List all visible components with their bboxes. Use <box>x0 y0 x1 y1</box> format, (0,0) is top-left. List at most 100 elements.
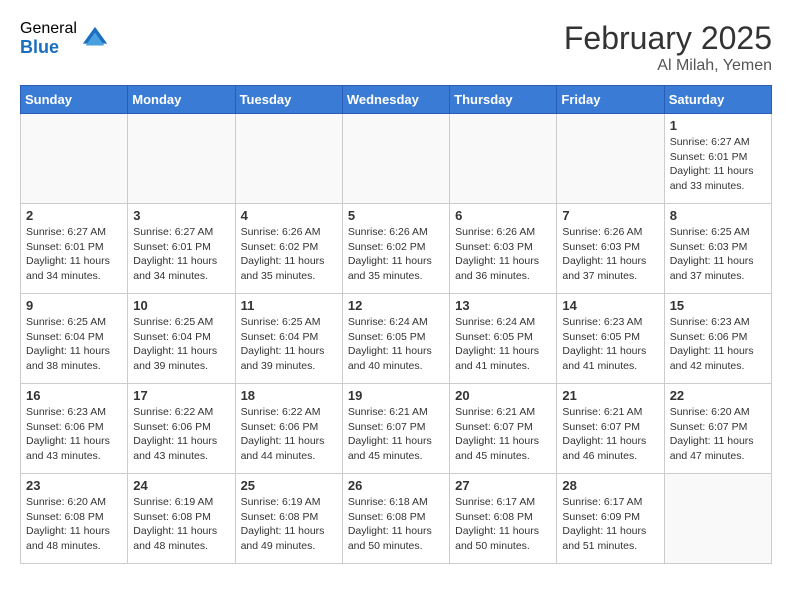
day-info: Sunrise: 6:22 AM Sunset: 6:06 PM Dayligh… <box>241 405 337 464</box>
day-info: Sunrise: 6:17 AM Sunset: 6:08 PM Dayligh… <box>455 495 551 554</box>
calendar-day-7: 7 Sunrise: 6:26 AM Sunset: 6:03 PM Daylig… <box>557 204 664 294</box>
calendar-table: SundayMondayTuesdayWednesdayThursdayFrid… <box>20 85 772 564</box>
calendar-day-22: 22 Sunrise: 6:20 AM Sunset: 6:07 PM Dayli… <box>664 384 771 474</box>
day-number: 28 <box>562 478 658 493</box>
calendar-day-4: 4Sunrise: 6:26 AM Sunset: 6:02 PM Daylig… <box>235 204 342 294</box>
month-year: February 2025 <box>564 20 772 57</box>
calendar-day-9: 9 Sunrise: 6:25 AM Sunset: 6:04 PM Daylig… <box>21 294 128 384</box>
day-number: 3 <box>133 208 229 223</box>
day-number: 20 <box>455 388 551 403</box>
calendar-day-20: 20 Sunrise: 6:21 AM Sunset: 6:07 PM Dayli… <box>450 384 557 474</box>
weekday-header-thursday: Thursday <box>450 86 557 114</box>
day-info: Sunrise: 6:23 AM Sunset: 6:05 PM Dayligh… <box>562 315 658 374</box>
day-number: 22 <box>670 388 766 403</box>
calendar-day-17: 17 Sunrise: 6:22 AM Sunset: 6:06 PM Dayli… <box>128 384 235 474</box>
calendar-day-5: 5Sunrise: 6:26 AM Sunset: 6:02 PM Daylig… <box>342 204 449 294</box>
day-number: 1 <box>670 118 766 133</box>
day-number: 18 <box>241 388 337 403</box>
day-info: Sunrise: 6:21 AM Sunset: 6:07 PM Dayligh… <box>455 405 551 464</box>
page-header: General Blue February 2025 Al Milah, Yem… <box>20 20 772 75</box>
day-info: Sunrise: 6:26 AM Sunset: 6:02 PM Dayligh… <box>348 225 444 284</box>
calendar-day-6: 6Sunrise: 6:26 AM Sunset: 6:03 PM Daylig… <box>450 204 557 294</box>
day-number: 8 <box>670 208 766 223</box>
calendar-week-row: 16 Sunrise: 6:23 AM Sunset: 6:06 PM Dayli… <box>21 384 772 474</box>
day-number: 21 <box>562 388 658 403</box>
day-number: 16 <box>26 388 122 403</box>
calendar-empty-cell <box>21 114 128 204</box>
day-info: Sunrise: 6:22 AM Sunset: 6:06 PM Dayligh… <box>133 405 229 464</box>
day-info: Sunrise: 6:19 AM Sunset: 6:08 PM Dayligh… <box>133 495 229 554</box>
calendar-day-23: 23 Sunrise: 6:20 AM Sunset: 6:08 PM Dayli… <box>21 474 128 564</box>
logo-blue: Blue <box>20 38 77 58</box>
day-info: Sunrise: 6:23 AM Sunset: 6:06 PM Dayligh… <box>670 315 766 374</box>
day-info: Sunrise: 6:25 AM Sunset: 6:04 PM Dayligh… <box>241 315 337 374</box>
day-info: Sunrise: 6:27 AM Sunset: 6:01 PM Dayligh… <box>133 225 229 284</box>
day-number: 17 <box>133 388 229 403</box>
calendar-empty-cell <box>342 114 449 204</box>
calendar-day-18: 18 Sunrise: 6:22 AM Sunset: 6:06 PM Dayli… <box>235 384 342 474</box>
day-number: 25 <box>241 478 337 493</box>
day-number: 7 <box>562 208 658 223</box>
calendar-day-21: 21Sunrise: 6:21 AM Sunset: 6:07 PM Dayli… <box>557 384 664 474</box>
calendar-day-26: 26 Sunrise: 6:18 AM Sunset: 6:08 PM Dayli… <box>342 474 449 564</box>
day-number: 6 <box>455 208 551 223</box>
calendar-day-25: 25 Sunrise: 6:19 AM Sunset: 6:08 PM Dayli… <box>235 474 342 564</box>
weekday-header-wednesday: Wednesday <box>342 86 449 114</box>
day-info: Sunrise: 6:17 AM Sunset: 6:09 PM Dayligh… <box>562 495 658 554</box>
logo-text: General Blue <box>20 20 77 57</box>
calendar-day-13: 13Sunrise: 6:24 AM Sunset: 6:05 PM Dayli… <box>450 294 557 384</box>
day-info: Sunrise: 6:25 AM Sunset: 6:04 PM Dayligh… <box>133 315 229 374</box>
day-number: 4 <box>241 208 337 223</box>
day-info: Sunrise: 6:20 AM Sunset: 6:08 PM Dayligh… <box>26 495 122 554</box>
day-number: 15 <box>670 298 766 313</box>
day-info: Sunrise: 6:24 AM Sunset: 6:05 PM Dayligh… <box>348 315 444 374</box>
location: Al Milah, Yemen <box>564 57 772 75</box>
weekday-header-saturday: Saturday <box>664 86 771 114</box>
day-number: 9 <box>26 298 122 313</box>
day-number: 23 <box>26 478 122 493</box>
calendar-week-row: 23 Sunrise: 6:20 AM Sunset: 6:08 PM Dayli… <box>21 474 772 564</box>
day-info: Sunrise: 6:18 AM Sunset: 6:08 PM Dayligh… <box>348 495 444 554</box>
calendar-empty-cell <box>235 114 342 204</box>
day-info: Sunrise: 6:25 AM Sunset: 6:03 PM Dayligh… <box>670 225 766 284</box>
weekday-header-row: SundayMondayTuesdayWednesdayThursdayFrid… <box>21 86 772 114</box>
day-number: 2 <box>26 208 122 223</box>
calendar-day-2: 2Sunrise: 6:27 AM Sunset: 6:01 PM Daylig… <box>21 204 128 294</box>
calendar-empty-cell <box>664 474 771 564</box>
day-number: 14 <box>562 298 658 313</box>
weekday-header-monday: Monday <box>128 86 235 114</box>
logo-general: General <box>20 20 77 38</box>
calendar-day-28: 28 Sunrise: 6:17 AM Sunset: 6:09 PM Dayli… <box>557 474 664 564</box>
day-number: 27 <box>455 478 551 493</box>
calendar-day-27: 27 Sunrise: 6:17 AM Sunset: 6:08 PM Dayli… <box>450 474 557 564</box>
calendar-day-3: 3 Sunrise: 6:27 AM Sunset: 6:01 PM Daylig… <box>128 204 235 294</box>
weekday-header-friday: Friday <box>557 86 664 114</box>
day-info: Sunrise: 6:19 AM Sunset: 6:08 PM Dayligh… <box>241 495 337 554</box>
calendar-day-1: 1Sunrise: 6:27 AM Sunset: 6:01 PM Daylig… <box>664 114 771 204</box>
day-number: 10 <box>133 298 229 313</box>
calendar-empty-cell <box>557 114 664 204</box>
title-block: February 2025 Al Milah, Yemen <box>564 20 772 75</box>
calendar-day-12: 12 Sunrise: 6:24 AM Sunset: 6:05 PM Dayli… <box>342 294 449 384</box>
calendar-day-11: 11 Sunrise: 6:25 AM Sunset: 6:04 PM Dayli… <box>235 294 342 384</box>
day-number: 19 <box>348 388 444 403</box>
day-info: Sunrise: 6:23 AM Sunset: 6:06 PM Dayligh… <box>26 405 122 464</box>
calendar-empty-cell <box>450 114 557 204</box>
day-info: Sunrise: 6:26 AM Sunset: 6:03 PM Dayligh… <box>562 225 658 284</box>
logo-icon <box>81 25 109 53</box>
day-info: Sunrise: 6:20 AM Sunset: 6:07 PM Dayligh… <box>670 405 766 464</box>
day-info: Sunrise: 6:25 AM Sunset: 6:04 PM Dayligh… <box>26 315 122 374</box>
day-number: 12 <box>348 298 444 313</box>
day-info: Sunrise: 6:21 AM Sunset: 6:07 PM Dayligh… <box>348 405 444 464</box>
calendar-day-16: 16 Sunrise: 6:23 AM Sunset: 6:06 PM Dayli… <box>21 384 128 474</box>
day-number: 11 <box>241 298 337 313</box>
calendar-week-row: 1Sunrise: 6:27 AM Sunset: 6:01 PM Daylig… <box>21 114 772 204</box>
calendar-day-24: 24 Sunrise: 6:19 AM Sunset: 6:08 PM Dayli… <box>128 474 235 564</box>
day-number: 26 <box>348 478 444 493</box>
calendar-day-8: 8 Sunrise: 6:25 AM Sunset: 6:03 PM Daylig… <box>664 204 771 294</box>
calendar-week-row: 2 Sunrise: 6:27 AM Sunset: 6:01 PM Daylig… <box>21 204 772 294</box>
calendar-day-14: 14 Sunrise: 6:23 AM Sunset: 6:05 PM Dayli… <box>557 294 664 384</box>
day-number: 13 <box>455 298 551 313</box>
weekday-header-sunday: Sunday <box>21 86 128 114</box>
day-number: 24 <box>133 478 229 493</box>
